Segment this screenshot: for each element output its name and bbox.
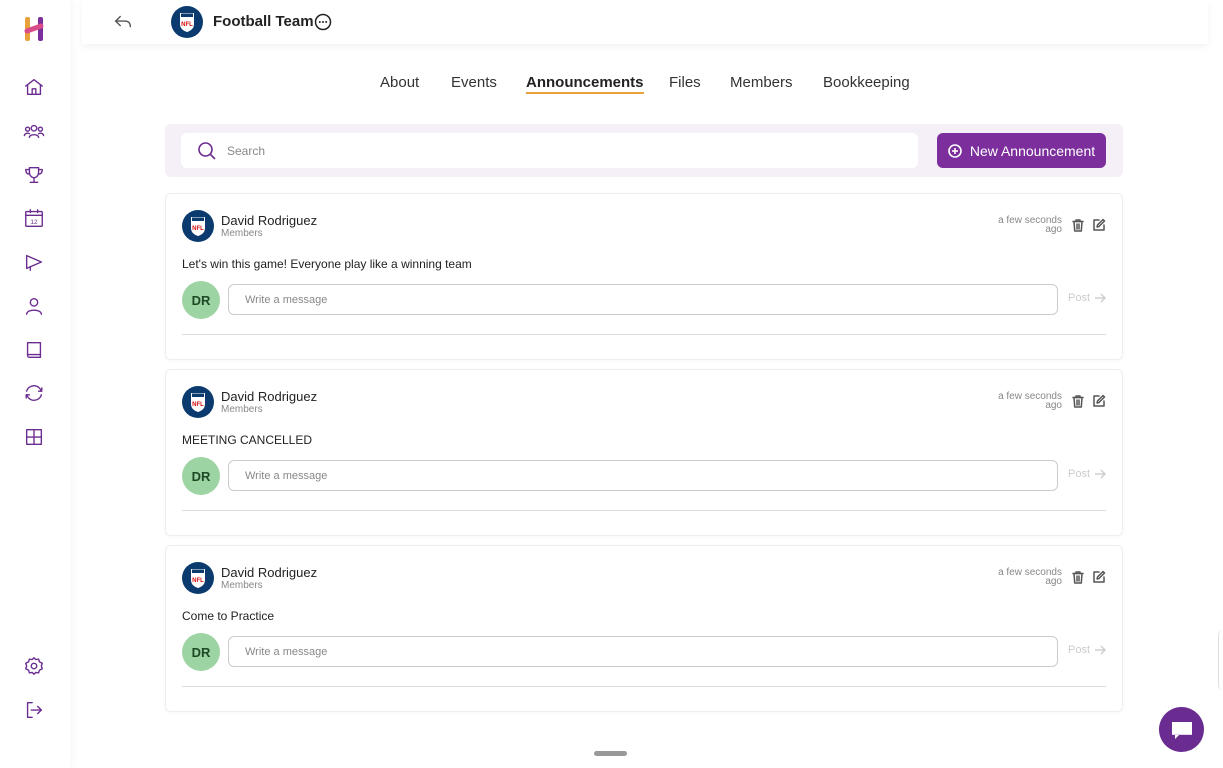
author-logo-icon: NFL — [182, 386, 214, 418]
team-logo-icon: NFL — [171, 6, 203, 38]
sync-icon[interactable] — [22, 381, 46, 405]
timestamp: a few seconds ago — [998, 215, 1062, 235]
divider — [182, 686, 1106, 687]
divider — [182, 334, 1106, 335]
arrow-right-icon — [1095, 469, 1106, 479]
svg-text:12: 12 — [30, 219, 38, 226]
tab-bar: About Events Announcements Files Members… — [0, 74, 1223, 98]
post-button[interactable]: Post — [1068, 644, 1106, 656]
chat-button[interactable] — [1159, 707, 1204, 752]
avatar: DR — [182, 457, 220, 495]
announcement-text: MEETING CANCELLED — [182, 433, 313, 447]
avatar: DR — [182, 633, 220, 671]
author-logo-icon: NFL — [182, 210, 214, 242]
message-input[interactable] — [228, 636, 1058, 667]
plus-circle-icon — [948, 143, 962, 158]
tab-announcements[interactable]: Announcements — [526, 74, 644, 94]
announcement-card: NFL David Rodriguez Members a few second… — [165, 193, 1123, 360]
announcement-card: NFL David Rodriguez Members a few second… — [165, 369, 1123, 536]
trash-icon[interactable] — [1071, 218, 1085, 232]
author-logo-icon: NFL — [182, 562, 214, 594]
edit-icon[interactable] — [1092, 394, 1106, 408]
trash-icon[interactable] — [1071, 570, 1085, 584]
scroll-handle[interactable] — [594, 751, 627, 756]
edit-icon[interactable] — [1092, 570, 1106, 584]
brand-logo-icon[interactable] — [22, 14, 46, 44]
svg-text:NFL: NFL — [192, 578, 204, 584]
tab-about[interactable]: About — [380, 74, 419, 91]
search-box — [181, 133, 918, 168]
trash-icon[interactable] — [1071, 394, 1085, 408]
megaphone-icon[interactable] — [22, 250, 46, 274]
svg-text:NFL: NFL — [192, 226, 204, 232]
search-toolbar: New Announcement — [165, 124, 1123, 177]
edit-icon[interactable] — [1092, 218, 1106, 232]
chat-bubble-icon — [1171, 721, 1192, 739]
tab-files[interactable]: Files — [669, 74, 701, 91]
back-arrow-icon[interactable] — [112, 11, 134, 33]
search-input[interactable] — [227, 141, 887, 161]
settings-icon[interactable] — [22, 654, 46, 678]
message-input[interactable] — [228, 460, 1058, 491]
author-role: Members — [221, 228, 263, 239]
arrow-right-icon — [1095, 293, 1106, 303]
new-announcement-label: New Announcement — [969, 142, 1096, 159]
user-icon[interactable] — [22, 294, 46, 318]
announcement-text: Come to Practice — [182, 609, 275, 623]
post-button[interactable]: Post — [1068, 468, 1106, 480]
author-role: Members — [221, 404, 263, 415]
side-panel-edge[interactable] — [1218, 630, 1223, 690]
message-input[interactable] — [228, 284, 1058, 315]
book-icon[interactable] — [22, 338, 46, 362]
arrow-right-icon — [1095, 645, 1106, 655]
avatar: DR — [182, 281, 220, 319]
post-button[interactable]: Post — [1068, 292, 1106, 304]
tab-members[interactable]: Members — [730, 74, 793, 91]
sidebar: 12 — [0, 0, 70, 768]
new-announcement-button[interactable]: New Announcement — [937, 133, 1106, 168]
timestamp: a few seconds ago — [998, 567, 1062, 587]
users-icon[interactable] — [22, 119, 46, 143]
top-bar: NFL Football Team — [82, 0, 1208, 44]
author-name: David Rodriguez — [221, 565, 318, 580]
team-name: Football Team — [213, 13, 314, 30]
trophy-icon[interactable] — [22, 163, 46, 187]
calendar-icon[interactable]: 12 — [22, 206, 46, 230]
announcement-text: Let's win this game! Everyone play like … — [182, 257, 472, 271]
timestamp: a few seconds ago — [998, 391, 1062, 411]
author-role: Members — [221, 580, 263, 591]
tab-events[interactable]: Events — [451, 74, 497, 91]
announcement-card: NFL David Rodriguez Members a few second… — [165, 545, 1123, 712]
search-icon — [198, 142, 216, 160]
svg-text:NFL: NFL — [192, 402, 204, 408]
team-logo-text: NFL — [181, 22, 193, 28]
author-name: David Rodriguez — [221, 389, 318, 404]
tab-bookkeeping[interactable]: Bookkeeping — [823, 74, 910, 91]
divider — [182, 510, 1106, 511]
grid-icon[interactable] — [22, 425, 46, 449]
author-name: David Rodriguez — [221, 213, 318, 228]
logout-icon[interactable] — [22, 698, 46, 722]
more-options-icon[interactable] — [314, 13, 332, 31]
